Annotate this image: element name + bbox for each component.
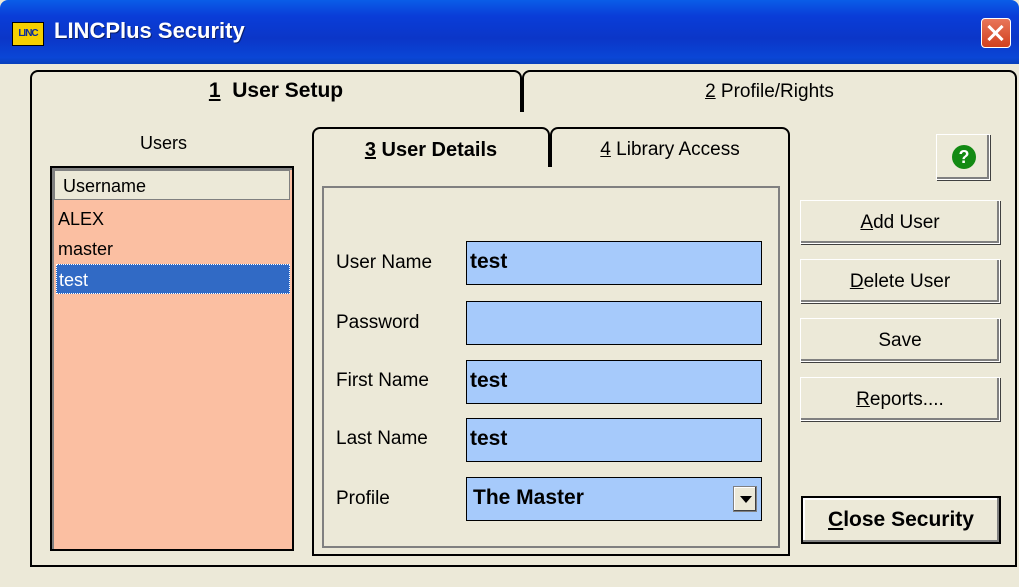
- add-user-button[interactable]: Add User: [800, 200, 1000, 244]
- list-item-selected[interactable]: test: [56, 264, 290, 294]
- user-list[interactable]: Username ALEX master test: [50, 166, 294, 551]
- password-field[interactable]: [466, 301, 762, 345]
- profile-selected-value: The Master: [473, 486, 584, 509]
- add-user-label: dd User: [873, 212, 940, 233]
- last-name-field[interactable]: test: [466, 418, 762, 462]
- tab-user-setup-label: User Setup: [232, 79, 344, 102]
- last-name-label: Last Name: [336, 428, 428, 449]
- help-button[interactable]: ?: [936, 134, 990, 180]
- tab-user-details-label: User Details: [381, 139, 498, 161]
- tab-library-access-number: 4: [600, 139, 611, 160]
- tab-user-details-number: 3: [364, 139, 376, 161]
- first-name-label: First Name: [336, 370, 429, 391]
- list-item[interactable]: master: [56, 234, 290, 264]
- username-column-header[interactable]: Username: [54, 170, 290, 200]
- list-item[interactable]: ALEX: [56, 204, 290, 234]
- users-label: Users: [140, 133, 188, 153]
- tab-user-setup[interactable]: 1 User Setup: [30, 70, 522, 116]
- user-name-label: User Name: [336, 252, 433, 273]
- save-button[interactable]: Save: [800, 318, 1000, 362]
- app-logo-icon: LINC: [12, 22, 44, 46]
- reports-label: eports....: [869, 389, 944, 410]
- delete-user-button[interactable]: Delete User: [800, 259, 1000, 303]
- chevron-down-icon[interactable]: [733, 486, 757, 512]
- delete-user-label: elete User: [863, 271, 951, 292]
- add-user-accel: A: [860, 212, 874, 233]
- first-name-field[interactable]: test: [466, 360, 762, 404]
- delete-user-accel: D: [849, 271, 864, 292]
- help-icon: ?: [952, 145, 976, 169]
- profile-select[interactable]: The Master: [466, 477, 762, 521]
- tab-profile-rights-label: Profile/Rights: [720, 81, 834, 102]
- title-bar[interactable]: LINC LINCPlus Security: [0, 0, 1019, 64]
- password-label: Password: [336, 312, 420, 333]
- close-security-accel: C: [828, 508, 844, 531]
- tab-profile-rights[interactable]: 2 Profile/Rights: [522, 70, 1017, 112]
- tab-user-details[interactable]: 3 User Details: [312, 127, 550, 171]
- window-title: LINCPlus Security: [54, 18, 245, 43]
- security-window: LINC LINCPlus Security 1 User Setup 2 Pr…: [0, 0, 1019, 587]
- tab-library-access-label: Library Access: [616, 139, 740, 160]
- profile-label: Profile: [336, 488, 390, 509]
- tab-user-setup-number: 1: [208, 79, 221, 102]
- tab-library-access[interactable]: 4 Library Access: [550, 127, 790, 167]
- user-name-field[interactable]: test: [466, 241, 762, 285]
- close-security-button[interactable]: Close Security: [801, 496, 1001, 544]
- reports-button[interactable]: Reports....: [800, 377, 1000, 421]
- tab-profile-rights-number: 2: [705, 81, 716, 102]
- close-security-label: lose Security: [843, 508, 974, 531]
- reports-accel: R: [856, 389, 870, 410]
- close-window-button[interactable]: [981, 18, 1011, 48]
